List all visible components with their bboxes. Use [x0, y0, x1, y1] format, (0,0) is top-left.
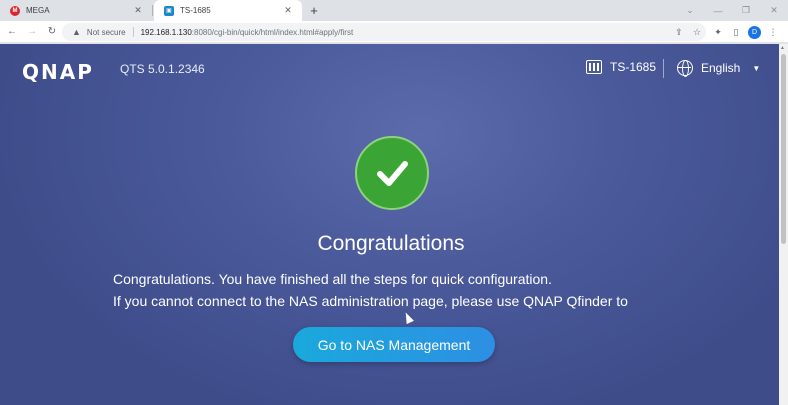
qnap-logo: QNAP — [22, 60, 94, 84]
tab-title: MEGA — [26, 6, 50, 15]
forward-icon[interactable]: → — [24, 24, 40, 40]
tab-ts-1685[interactable]: ▣ TS-1685 ✕ — [154, 0, 302, 21]
address-bar[interactable]: ▲ Not secure 192.168.1.130 :8080/cgi-bin… — [62, 23, 706, 41]
url-path: :8080/cgi-bin/quick/html/index.html#appl… — [191, 27, 354, 37]
close-window-icon[interactable]: ✕ — [760, 5, 788, 16]
omnibox-actions: ⇪ ☆ — [670, 27, 706, 38]
bookmark-star-icon[interactable]: ☆ — [688, 27, 706, 38]
toolbar-actions: ✦ ▯ D ⋮ — [709, 24, 782, 40]
qnap-favicon-icon: ▣ — [164, 5, 174, 16]
close-tab-icon[interactable]: ✕ — [132, 5, 144, 16]
language-label: English — [701, 61, 741, 75]
omnibox-divider — [132, 27, 134, 37]
scrollbar-thumb[interactable] — [781, 54, 786, 244]
checkmark-icon — [377, 161, 408, 186]
side-panel-icon[interactable]: ▯ — [727, 27, 745, 38]
window-controls: ⌄ — ❐ ✕ — [676, 0, 788, 21]
share-icon[interactable]: ⇪ — [670, 27, 688, 38]
go-to-nas-management-button[interactable]: Go to NAS Management — [293, 327, 495, 362]
device-info: TS-1685 — [586, 60, 656, 74]
security-status[interactable]: Not secure — [87, 28, 126, 37]
scroll-up-icon[interactable]: ▲ — [780, 45, 785, 51]
warning-icon[interactable]: ▲ — [72, 27, 81, 37]
qfinder-hint-message: If you cannot connect to the NAS adminis… — [113, 293, 628, 309]
browser-tab-strip: M MEGA ✕ ▣ TS-1685 ✕ + ⌄ — ❐ ✕ — [0, 0, 788, 21]
page-scrollbar[interactable]: ▲ — [779, 44, 788, 405]
new-tab-button[interactable]: + — [306, 2, 322, 19]
menu-kebab-icon[interactable]: ⋮ — [764, 27, 782, 38]
back-icon[interactable]: ← — [4, 24, 20, 40]
success-checkmark-icon — [355, 136, 429, 210]
browser-toolbar: ← → ↻ ▲ Not secure 192.168.1.130 :8080/c… — [0, 21, 788, 43]
nas-device-icon — [586, 60, 602, 74]
firmware-version: QTS 5.0.1.2346 — [120, 62, 205, 76]
minimize-icon[interactable]: — — [704, 6, 732, 16]
restore-icon[interactable]: ❐ — [732, 5, 760, 16]
url-host: 192.168.1.130 — [140, 27, 192, 37]
device-name: TS-1685 — [610, 60, 657, 74]
chevron-down-icon: ▼ — [752, 63, 761, 73]
tab-divider — [152, 5, 153, 16]
completion-message: Congratulations. You have finished all t… — [113, 271, 552, 287]
language-selector[interactable]: English ▼ — [677, 60, 761, 77]
globe-icon — [677, 60, 693, 77]
page-title: Congratulations — [317, 232, 465, 255]
close-tab-icon[interactable]: ✕ — [282, 5, 294, 16]
tab-title: TS-1685 — [180, 6, 211, 15]
profile-avatar[interactable]: D — [748, 25, 761, 39]
header-divider — [663, 59, 664, 78]
tab-search-icon[interactable]: ⌄ — [676, 5, 704, 16]
tab-mega[interactable]: M MEGA ✕ — [0, 0, 152, 21]
mega-favicon-icon: M — [10, 5, 20, 16]
qnap-wizard-page: QNAP QTS 5.0.1.2346 TS-1685 English ▼ Co… — [0, 44, 779, 405]
reload-icon[interactable]: ↻ — [44, 24, 60, 40]
extensions-icon[interactable]: ✦ — [709, 27, 727, 38]
mouse-cursor-icon — [402, 310, 414, 325]
